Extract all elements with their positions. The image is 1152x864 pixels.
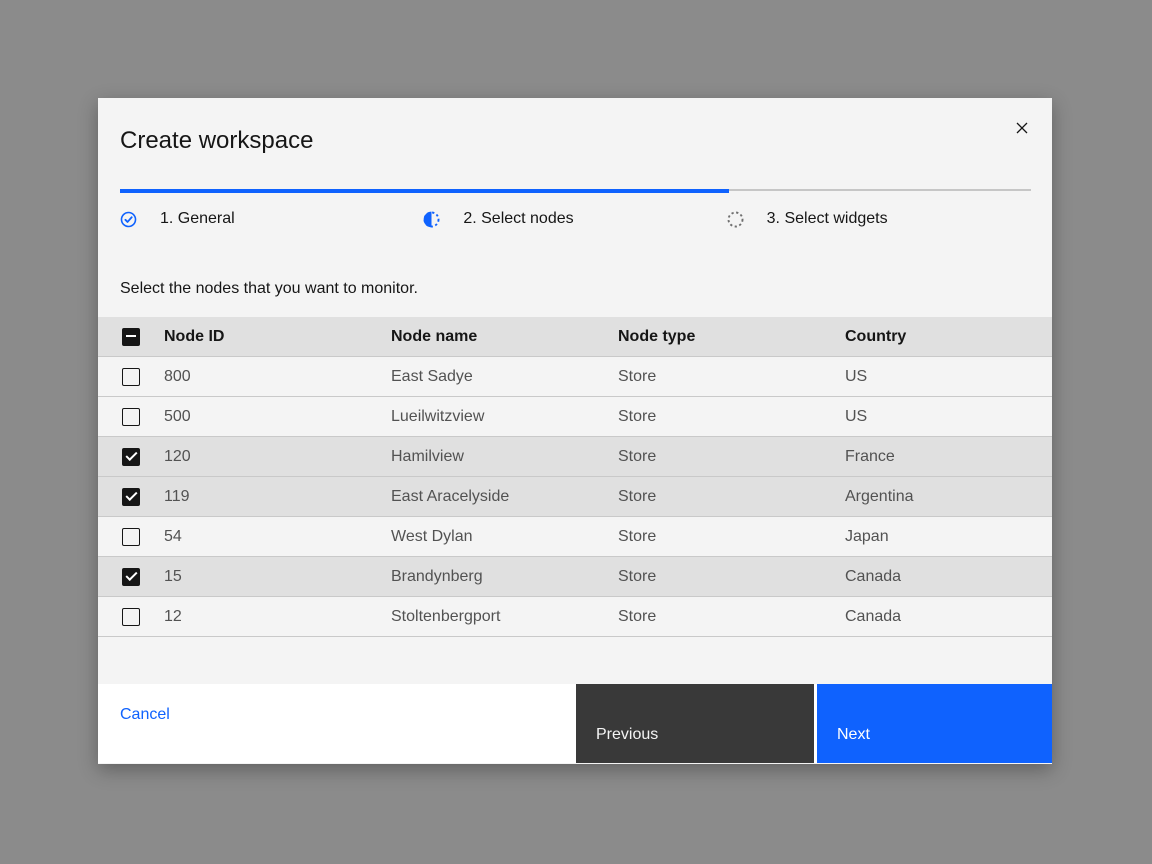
cell-node-id: 15 (164, 568, 391, 586)
row-checkbox[interactable] (122, 448, 140, 466)
table-row[interactable]: 12 Stoltenbergport Store Canada (98, 597, 1052, 637)
row-checkbox[interactable] (122, 528, 140, 546)
cell-node-type: Store (618, 408, 845, 426)
cell-node-id: 500 (164, 408, 391, 426)
table-row[interactable]: 800 East Sadye Store US (98, 357, 1052, 397)
cell-node-name: East Sadye (391, 368, 618, 386)
cell-node-type: Store (618, 448, 845, 466)
cell-node-id: 119 (164, 488, 391, 506)
step-label: 3. Select widgets (767, 210, 888, 228)
dialog-title: Create workspace (120, 126, 1030, 156)
table-header-row: Node ID Node name Node type Country (98, 317, 1052, 357)
column-header-node-id[interactable]: Node ID (164, 328, 391, 346)
column-header-country[interactable]: Country (845, 328, 1052, 346)
row-checkbox[interactable] (122, 368, 140, 386)
cell-node-id: 54 (164, 528, 391, 546)
cell-node-type: Store (618, 528, 845, 546)
row-checkbox[interactable] (122, 568, 140, 586)
cell-node-name: Lueilwitzview (391, 408, 618, 426)
step-3-select-widgets[interactable]: 3. Select widgets (727, 210, 1030, 228)
nodes-table: Node ID Node name Node type Country 800 … (98, 317, 1052, 637)
column-header-node-type[interactable]: Node type (618, 328, 845, 346)
cell-node-type: Store (618, 368, 845, 386)
footer-cancel-area: Cancel (98, 684, 576, 763)
step-indicator: 1. General 2. Select nodes 3. Select wid… (120, 210, 1030, 228)
cell-node-id: 800 (164, 368, 391, 386)
step-2-select-nodes[interactable]: 2. Select nodes (423, 210, 726, 228)
progress-bar (120, 189, 1031, 193)
row-checkbox[interactable] (122, 608, 140, 626)
step-label: 1. General (160, 210, 235, 228)
cell-country: US (845, 368, 1052, 386)
close-button[interactable] (1006, 112, 1038, 144)
table-row[interactable]: 54 West Dylan Store Japan (98, 517, 1052, 557)
cell-node-name: East Aracelyside (391, 488, 618, 506)
instruction-text: Select the nodes that you want to monito… (120, 279, 1030, 299)
cell-country: Canada (845, 608, 1052, 626)
row-checkbox[interactable] (122, 488, 140, 506)
cell-country: Japan (845, 528, 1052, 546)
column-header-node-name[interactable]: Node name (391, 328, 618, 346)
table-body: 800 East Sadye Store US 500 Lueilwitzvie… (98, 357, 1052, 637)
cell-country: Canada (845, 568, 1052, 586)
cell-country: Argentina (845, 488, 1052, 506)
progress-bar-remainder (729, 189, 1031, 191)
row-checkbox[interactable] (122, 408, 140, 426)
select-all-checkbox[interactable] (122, 328, 140, 346)
table-row[interactable]: 119 East Aracelyside Store Argentina (98, 477, 1052, 517)
table-row[interactable]: 15 Brandynberg Store Canada (98, 557, 1052, 597)
cell-country: US (845, 408, 1052, 426)
cell-node-name: West Dylan (391, 528, 618, 546)
close-icon (1014, 120, 1030, 136)
step-label: 2. Select nodes (463, 210, 573, 228)
dialog-footer: Cancel Previous Next (98, 684, 1052, 763)
cell-node-name: Stoltenbergport (391, 608, 618, 626)
step-1-general[interactable]: 1. General (120, 210, 423, 228)
cell-node-type: Store (618, 488, 845, 506)
dotted-circle-icon (727, 211, 744, 228)
progress-bar-fill (120, 189, 729, 193)
checkmark-outline-icon (120, 211, 137, 228)
cell-node-name: Brandynberg (391, 568, 618, 586)
cell-node-name: Hamilview (391, 448, 618, 466)
cell-node-id: 120 (164, 448, 391, 466)
previous-button[interactable]: Previous (576, 684, 814, 763)
cancel-button[interactable]: Cancel (120, 706, 170, 724)
table-row[interactable]: 500 Lueilwitzview Store US (98, 397, 1052, 437)
cell-country: France (845, 448, 1052, 466)
create-workspace-dialog: Create workspace 1. General 2. Select no… (98, 98, 1052, 764)
cell-node-type: Store (618, 568, 845, 586)
cell-node-type: Store (618, 608, 845, 626)
cell-node-id: 12 (164, 608, 391, 626)
next-button[interactable]: Next (817, 684, 1052, 763)
table-row[interactable]: 120 Hamilview Store France (98, 437, 1052, 477)
incomplete-half-circle-icon (423, 211, 440, 228)
